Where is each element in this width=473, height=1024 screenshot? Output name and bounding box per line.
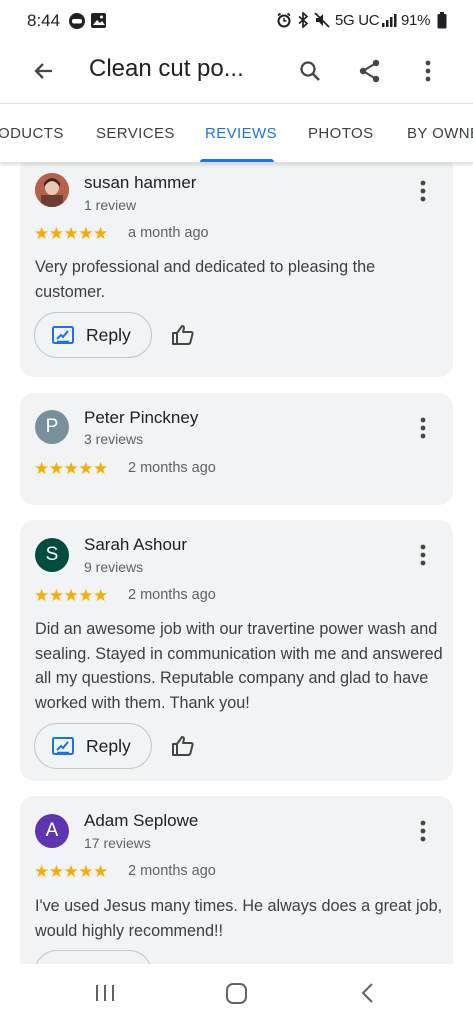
system-nav-bar	[0, 964, 473, 1024]
alarm-icon	[277, 12, 291, 28]
review-time: 2 months ago	[128, 587, 216, 603]
reply-button[interactable]	[34, 950, 152, 964]
network-label: 5G UC	[335, 12, 380, 29]
like-button[interactable]	[168, 320, 198, 350]
star-rating: ★★★★★	[34, 224, 108, 243]
battery-icon	[437, 12, 447, 29]
reviews-list[interactable]: susan hammer 1 review ★★★★★ a month ago …	[0, 163, 473, 964]
more-vert-icon	[420, 820, 426, 842]
status-time: 8:44	[27, 11, 61, 30]
more-vert-icon	[425, 60, 431, 82]
avatar[interactable]: S	[35, 538, 69, 572]
search-button[interactable]	[292, 53, 328, 89]
review-card: P Peter Pinckney 3 reviews ★★★★★ 2 month…	[20, 393, 453, 505]
search-icon	[300, 61, 320, 81]
like-button[interactable]	[168, 731, 198, 761]
tab-reviews[interactable]: REVIEWS	[205, 125, 277, 142]
tab-by-owner[interactable]: BY OWNE	[407, 125, 473, 142]
reviewer-name[interactable]: Sarah Ashour	[84, 535, 187, 555]
review-text: I've used Jesus many times. He always do…	[35, 897, 443, 940]
tab-photos[interactable]: PHOTOS	[308, 125, 373, 142]
review-card: A Adam Seplowe 17 reviews ★★★★★ 2 months…	[20, 796, 453, 964]
reply-icon	[52, 737, 74, 755]
overflow-menu-button[interactable]	[410, 53, 446, 89]
active-tab-indicator	[200, 159, 274, 162]
review-count: 9 reviews	[84, 559, 144, 575]
arrow-back-icon	[34, 63, 52, 79]
thumb-up-icon	[172, 325, 194, 345]
tab-bar: ODUCTS SERVICES REVIEWS PHOTOS BY OWNE	[0, 103, 473, 163]
review-count: 1 review	[84, 197, 137, 213]
battery-percentage: 91%	[401, 12, 431, 29]
reply-button[interactable]: Reply	[34, 312, 152, 358]
home-button[interactable]	[225, 982, 248, 1005]
thumb-up-icon	[172, 736, 194, 756]
bluetooth-icon	[298, 12, 309, 28]
review-count: 3 reviews	[84, 431, 144, 447]
tab-services[interactable]: SERVICES	[96, 125, 175, 142]
gamepad-notification-icon	[69, 13, 85, 29]
avatar[interactable]	[35, 173, 69, 207]
star-rating: ★★★★★	[34, 459, 108, 478]
app-bar: Clean cut po...	[0, 40, 473, 102]
review-time: a month ago	[128, 225, 209, 241]
share-icon	[359, 59, 380, 83]
review-text: Very professional and dedicated to pleas…	[35, 258, 376, 301]
review-count: 17 reviews	[84, 835, 151, 851]
review-more-button[interactable]	[411, 416, 435, 440]
star-rating: ★★★★★	[34, 862, 108, 881]
review-time: 2 months ago	[128, 460, 216, 476]
reviewer-name[interactable]: susan hammer	[84, 173, 196, 193]
share-button[interactable]	[352, 53, 388, 89]
review-card: S Sarah Ashour 9 reviews ★★★★★ 2 months …	[20, 520, 453, 781]
review-time: 2 months ago	[128, 863, 216, 879]
more-vert-icon	[420, 417, 426, 439]
more-vert-icon	[420, 180, 426, 202]
back-button[interactable]	[26, 53, 62, 89]
recent-apps-button[interactable]	[94, 982, 116, 1004]
reviewer-name[interactable]: Peter Pinckney	[84, 408, 198, 428]
reply-label: Reply	[86, 735, 131, 756]
avatar[interactable]: P	[35, 410, 69, 444]
reply-icon	[52, 326, 74, 344]
reply-label: Reply	[86, 324, 131, 345]
review-more-button[interactable]	[411, 543, 435, 567]
image-notification-icon	[91, 13, 106, 28]
tab-products[interactable]: ODUCTS	[0, 125, 64, 142]
page-title: Clean cut po...	[89, 55, 244, 82]
profile-photo	[35, 173, 69, 207]
star-rating: ★★★★★	[34, 586, 108, 605]
review-more-button[interactable]	[411, 179, 435, 203]
review-card: susan hammer 1 review ★★★★★ a month ago …	[20, 163, 453, 377]
reviewer-name[interactable]: Adam Seplowe	[84, 811, 198, 831]
nav-back-button[interactable]	[360, 982, 376, 1004]
avatar[interactable]: A	[35, 814, 69, 848]
more-vert-icon	[420, 544, 426, 566]
signal-icon	[382, 14, 397, 27]
reply-button[interactable]: Reply	[34, 723, 152, 769]
status-bar: 8:44 5G UC 91%	[0, 0, 473, 40]
review-more-button[interactable]	[411, 819, 435, 843]
mute-icon	[314, 12, 330, 28]
review-text: Did an awesome job with our travertine p…	[35, 620, 443, 712]
